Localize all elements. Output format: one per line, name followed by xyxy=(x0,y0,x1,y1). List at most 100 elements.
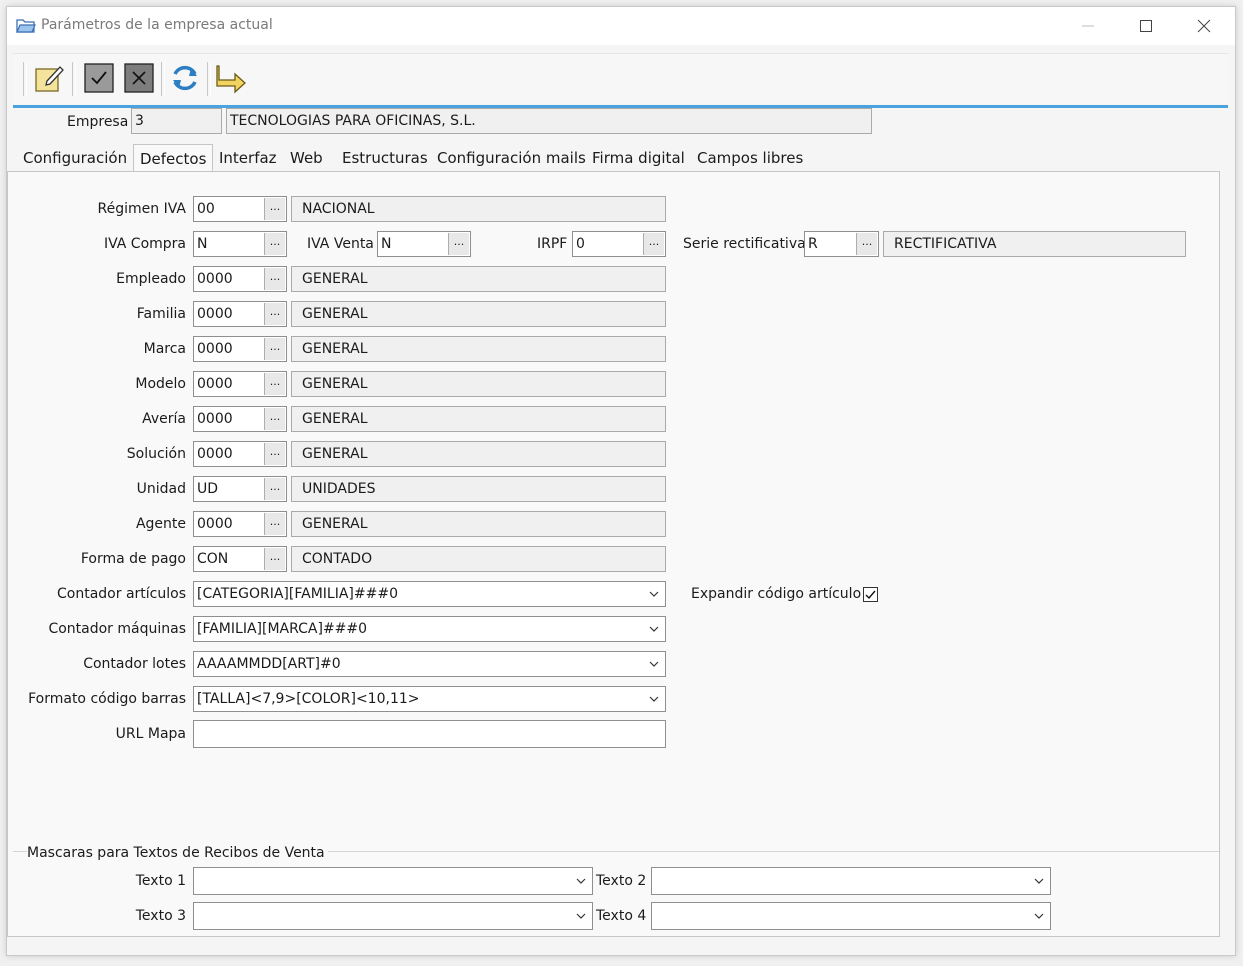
regimen-iva-input[interactable]: 00... xyxy=(193,196,287,222)
chevron-down-icon xyxy=(1034,878,1044,884)
unidad-input[interactable]: UD... xyxy=(193,476,287,502)
tab-bar: Configuración Defectos Interfaz Web Estr… xyxy=(6,144,1221,173)
forma-pago-desc: CONTADO xyxy=(291,546,666,572)
texto4-label: Texto 4 xyxy=(596,908,647,924)
lookup-button[interactable]: ... xyxy=(264,198,285,220)
marca-desc: GENERAL xyxy=(291,336,666,362)
lookup-button[interactable]: ... xyxy=(643,233,664,255)
chevron-down-icon xyxy=(649,626,659,632)
minimize-button[interactable] xyxy=(1061,7,1119,45)
toolbar-separator xyxy=(207,62,211,96)
solucion-label: Solución xyxy=(126,446,186,462)
refresh-icon xyxy=(173,65,197,91)
iva-compra-input[interactable]: N... xyxy=(193,231,287,257)
iva-venta-input[interactable]: N... xyxy=(377,231,471,257)
lookup-button[interactable]: ... xyxy=(264,408,285,430)
expandir-codigo-label: Expandir código artículo xyxy=(691,586,862,602)
serie-rectificativa-desc: RECTIFICATIVA xyxy=(883,231,1186,257)
tab-configuracion-mails[interactable]: Configuración mails xyxy=(437,144,586,172)
chevron-down-icon xyxy=(649,696,659,702)
mascaras-group-title: Mascaras para Textos de Recibos de Venta xyxy=(27,845,328,861)
edit-button[interactable] xyxy=(33,62,65,94)
regimen-iva-desc: NACIONAL xyxy=(291,196,666,222)
tab-label: Configuración xyxy=(23,149,128,167)
window-title: Parámetros de la empresa actual xyxy=(41,17,273,33)
tab-configuracion[interactable]: Configuración xyxy=(23,144,127,172)
tab-firma-digital[interactable]: Firma digital xyxy=(592,144,685,172)
check-icon xyxy=(84,63,114,93)
formato-barras-select[interactable]: [TALLA]<7,9>[COLOR]<10,11> xyxy=(193,686,666,712)
lookup-button[interactable]: ... xyxy=(264,373,285,395)
empresa-code-field: 3 xyxy=(131,108,222,134)
toolbar-separator xyxy=(161,62,165,96)
texto3-select[interactable] xyxy=(193,902,593,930)
lookup-button[interactable]: ... xyxy=(264,338,285,360)
solucion-input[interactable]: 0000... xyxy=(193,441,287,467)
chevron-down-icon xyxy=(649,661,659,667)
lookup-button[interactable]: ... xyxy=(264,233,285,255)
expandir-codigo-checkbox[interactable] xyxy=(863,587,878,602)
contador-articulos-select[interactable]: [CATEGORIA][FAMILIA]###0 xyxy=(193,581,666,607)
contador-maquinas-select[interactable]: [FAMILIA][MARCA]###0 xyxy=(193,616,666,642)
empleado-input[interactable]: 0000... xyxy=(193,266,287,292)
serie-rectificativa-input[interactable]: R... xyxy=(804,231,879,257)
agente-input[interactable]: 0000... xyxy=(193,511,287,537)
familia-desc: GENERAL xyxy=(291,301,666,327)
maximize-icon xyxy=(1140,20,1152,32)
unidad-desc: UNIDADES xyxy=(291,476,666,502)
agente-desc: GENERAL xyxy=(291,511,666,537)
refresh-button[interactable] xyxy=(169,62,201,94)
texto1-select[interactable] xyxy=(193,867,593,895)
texto2-select[interactable] xyxy=(651,867,1051,895)
empresa-name-field: TECNOLOGIAS PARA OFICINAS, S.L. xyxy=(226,108,872,134)
texto4-select[interactable] xyxy=(651,902,1051,930)
tab-defectos[interactable]: Defectos xyxy=(133,144,214,173)
tab-interfaz[interactable]: Interfaz xyxy=(219,144,277,172)
iva-venta-label: IVA Venta xyxy=(307,236,374,252)
tab-label: Firma digital xyxy=(592,149,685,167)
tab-label: Estructuras xyxy=(342,149,428,167)
toolbar-separator xyxy=(23,62,27,96)
forma-pago-input[interactable]: CON... xyxy=(193,546,287,572)
chevron-down-icon xyxy=(576,913,586,919)
accept-button[interactable] xyxy=(83,62,115,94)
modelo-desc: GENERAL xyxy=(291,371,666,397)
averia-label: Avería xyxy=(142,411,186,427)
lookup-button[interactable]: ... xyxy=(264,303,285,325)
tab-estructuras[interactable]: Estructuras xyxy=(342,144,428,172)
lookup-button[interactable]: ... xyxy=(264,548,285,570)
unidad-label: Unidad xyxy=(136,481,186,497)
tab-label: Interfaz xyxy=(219,149,277,167)
irpf-input[interactable]: 0... xyxy=(572,231,666,257)
lookup-button[interactable]: ... xyxy=(856,233,877,255)
cancel-button[interactable] xyxy=(123,62,155,94)
checkmark-icon xyxy=(865,590,876,600)
lookup-button[interactable]: ... xyxy=(448,233,469,255)
maximize-button[interactable] xyxy=(1119,7,1177,45)
tab-label: Campos libres xyxy=(697,149,804,167)
marca-input[interactable]: 0000... xyxy=(193,336,287,362)
familia-label: Familia xyxy=(136,306,186,322)
empresa-label: Empresa xyxy=(67,114,129,130)
iva-compra-label: IVA Compra xyxy=(103,236,186,252)
averia-input[interactable]: 0000... xyxy=(193,406,287,432)
lookup-button[interactable]: ... xyxy=(264,513,285,535)
familia-input[interactable]: 0000... xyxy=(193,301,287,327)
lookup-button[interactable]: ... xyxy=(264,443,285,465)
texto1-label: Texto 1 xyxy=(135,873,186,889)
forma-pago-label: Forma de pago xyxy=(80,551,186,567)
contador-lotes-select[interactable]: AAAAMMDD[ART]#0 xyxy=(193,651,666,677)
close-button[interactable] xyxy=(1177,7,1235,45)
formato-barras-label: Formato código barras xyxy=(28,691,186,707)
url-mapa-input[interactable] xyxy=(193,720,666,748)
modelo-input[interactable]: 0000... xyxy=(193,371,287,397)
close-icon xyxy=(1197,19,1211,33)
exit-button[interactable] xyxy=(215,62,247,94)
tab-campos-libres[interactable]: Campos libres xyxy=(697,144,803,172)
toolbar xyxy=(13,53,1228,108)
lookup-button[interactable]: ... xyxy=(264,478,285,500)
empleado-label: Empleado xyxy=(116,271,186,287)
lookup-button[interactable]: ... xyxy=(264,268,285,290)
chevron-down-icon xyxy=(649,591,659,597)
tab-web[interactable]: Web xyxy=(290,144,323,172)
